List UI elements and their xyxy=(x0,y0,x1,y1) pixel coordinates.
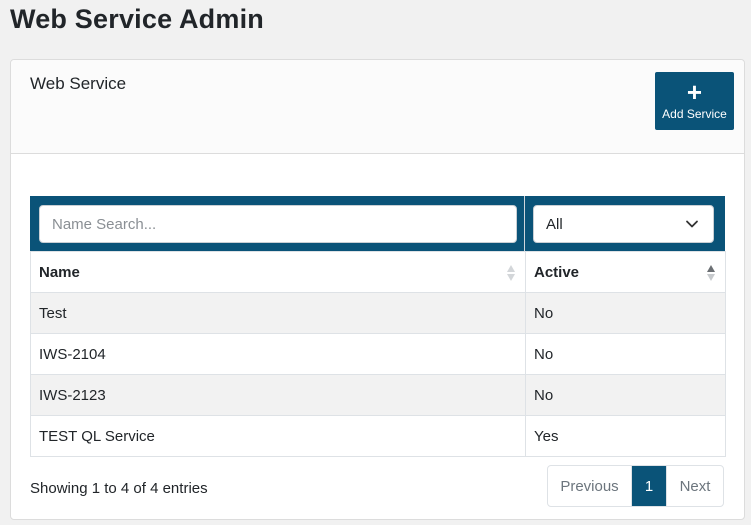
table-row[interactable]: IWS-2123 No xyxy=(30,374,726,416)
card-header: Web Service + Add Service xyxy=(11,60,744,154)
add-service-label: Add Service xyxy=(662,107,727,121)
sort-ascending-icon xyxy=(707,265,715,281)
card-title: Web Service xyxy=(30,74,127,93)
add-service-button[interactable]: + Add Service xyxy=(655,72,734,130)
pagination-next-button[interactable]: Next xyxy=(666,466,723,506)
pagination-page-1-button[interactable]: 1 xyxy=(632,466,666,506)
cell-name: Test xyxy=(30,292,526,334)
plus-icon: + xyxy=(686,77,703,107)
cell-active: Yes xyxy=(525,415,726,457)
name-filter-cell xyxy=(30,196,525,251)
active-filter-value: All xyxy=(546,215,563,233)
chevron-down-icon xyxy=(686,220,698,228)
cell-active: No xyxy=(525,333,726,375)
column-header-name-label: Name xyxy=(39,263,80,281)
column-header-active[interactable]: Active xyxy=(525,251,726,293)
active-filter-cell: All xyxy=(525,196,725,251)
filter-row: All xyxy=(30,196,725,251)
cell-name: TEST QL Service xyxy=(30,415,526,457)
table-row[interactable]: TEST QL Service Yes xyxy=(30,415,726,457)
cell-active: No xyxy=(525,292,726,334)
services-table: Name Active Test No IWS-2104 No IWS-2123… xyxy=(30,251,726,457)
cell-name: IWS-2123 xyxy=(30,374,526,416)
sort-unsorted-icon xyxy=(507,265,515,281)
pagination: Previous 1 Next xyxy=(547,465,724,507)
active-filter-select[interactable]: All xyxy=(533,205,714,243)
cell-active: No xyxy=(525,374,726,416)
table-row[interactable]: IWS-2104 No xyxy=(30,333,726,375)
page-title: Web Service Admin xyxy=(10,4,264,34)
table-info: Showing 1 to 4 of 4 entries xyxy=(30,480,208,497)
column-header-name[interactable]: Name xyxy=(30,251,526,293)
pagination-previous-button[interactable]: Previous xyxy=(548,466,632,506)
name-search-input[interactable] xyxy=(39,205,517,243)
column-header-active-label: Active xyxy=(534,263,580,281)
cell-name: IWS-2104 xyxy=(30,333,526,375)
services-table-wrapper: All Name Active xyxy=(30,196,726,457)
table-row[interactable]: Test No xyxy=(30,292,726,334)
table-header-row: Name Active xyxy=(30,251,726,293)
